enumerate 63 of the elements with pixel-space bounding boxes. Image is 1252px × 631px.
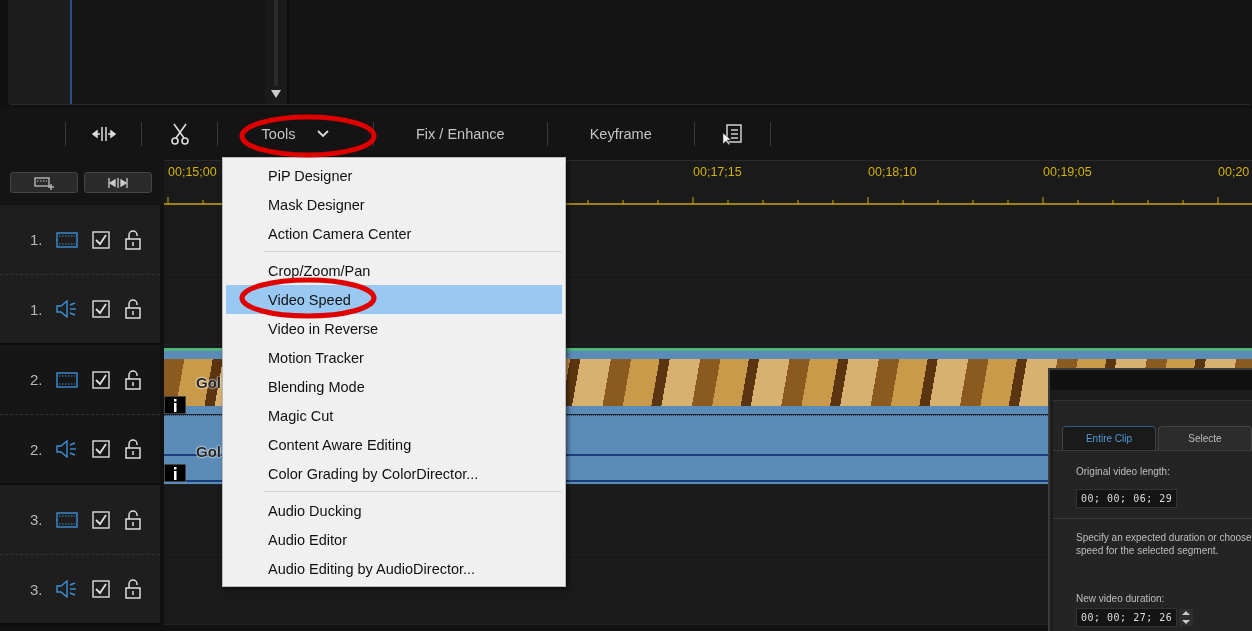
field-label: New video duration: — [1076, 593, 1166, 604]
menu-item[interactable]: Video Speed — [226, 285, 562, 314]
add-track-button[interactable] — [10, 172, 78, 193]
timecode-label: 00;15;00 — [168, 165, 217, 179]
menu-item[interactable]: Mask Designer — [226, 190, 562, 219]
info-icon[interactable] — [164, 396, 186, 414]
notes-icon[interactable] — [721, 123, 744, 145]
menu-item[interactable]: Audio Editor — [226, 525, 562, 554]
track-number: 1. — [30, 231, 44, 248]
track-number: 1. — [30, 300, 44, 318]
info-icon[interactable] — [164, 464, 186, 482]
toolbar-button[interactable]: Fix / Enhance — [410, 124, 511, 144]
unlock-icon[interactable] — [124, 299, 142, 319]
unlock-icon[interactable] — [124, 369, 142, 390]
duration-field[interactable]: 00; 00; 27; 26 — [1076, 608, 1178, 627]
track-number: 3. — [30, 580, 44, 598]
checkbox[interactable] — [92, 370, 110, 389]
timecode-label: 00;19;05 — [1043, 165, 1092, 179]
field-label: Original video length: — [1076, 466, 1171, 477]
split-icon[interactable] — [91, 126, 116, 142]
film-icon — [56, 231, 78, 248]
fit-timeline-button[interactable] — [84, 172, 152, 193]
speaker-icon — [56, 580, 78, 598]
dialog-tab[interactable]: Selecte — [1158, 426, 1252, 450]
checkbox[interactable] — [92, 300, 110, 318]
scroll-down-icon[interactable] — [271, 90, 281, 98]
menu-item[interactable]: Audio Ducking — [226, 496, 562, 525]
menu-item[interactable]: PiP Designer — [226, 161, 562, 190]
menu-item[interactable]: Video in Reverse — [226, 314, 562, 343]
toolbar-button[interactable]: Keyframe — [583, 124, 658, 144]
menu-item[interactable]: Blending Mode — [226, 372, 562, 401]
checkbox[interactable] — [92, 580, 110, 598]
unlock-icon[interactable] — [124, 509, 142, 530]
scrollbar[interactable] — [265, 0, 287, 104]
fit-icon — [107, 176, 129, 189]
checkbox[interactable] — [92, 510, 110, 529]
menu-item[interactable]: Crop/Zoom/Pan — [226, 256, 562, 285]
checkbox[interactable] — [92, 230, 110, 249]
unlock-icon[interactable] — [124, 579, 142, 599]
menu-item[interactable]: Content Aware Editing — [226, 430, 562, 459]
menu-item[interactable]: Audio Editing by AudioDirector... — [226, 554, 562, 583]
film-icon — [56, 511, 78, 528]
timecode-label: 00;17;15 — [693, 165, 742, 179]
original-length-field: 00; 00; 06; 29 — [1076, 489, 1178, 508]
track-number: 2. — [30, 371, 44, 388]
unlock-icon[interactable] — [124, 229, 142, 250]
checkbox[interactable] — [92, 440, 110, 458]
speaker-icon — [56, 440, 78, 458]
menu-item[interactable]: Action Camera Center — [226, 219, 562, 248]
hint-text: speed for the selected segment. — [1076, 544, 1220, 557]
track-number: 2. — [30, 440, 44, 458]
add-track-icon — [34, 175, 54, 190]
chevron-down-icon — [317, 130, 330, 138]
clip-title: Gol — [196, 443, 221, 460]
hint-text: Specify an expected duration or choose — [1076, 531, 1252, 544]
scissors-icon[interactable] — [169, 123, 190, 145]
track-number: 3. — [30, 511, 44, 528]
film-icon — [56, 371, 78, 388]
timecode-label: 00;18;10 — [868, 165, 917, 179]
speaker-icon — [56, 300, 78, 318]
unlock-icon[interactable] — [124, 439, 142, 459]
timecode-label: 00;20 — [1218, 165, 1250, 179]
dialog-tab[interactable]: Entire Clip — [1062, 426, 1156, 450]
